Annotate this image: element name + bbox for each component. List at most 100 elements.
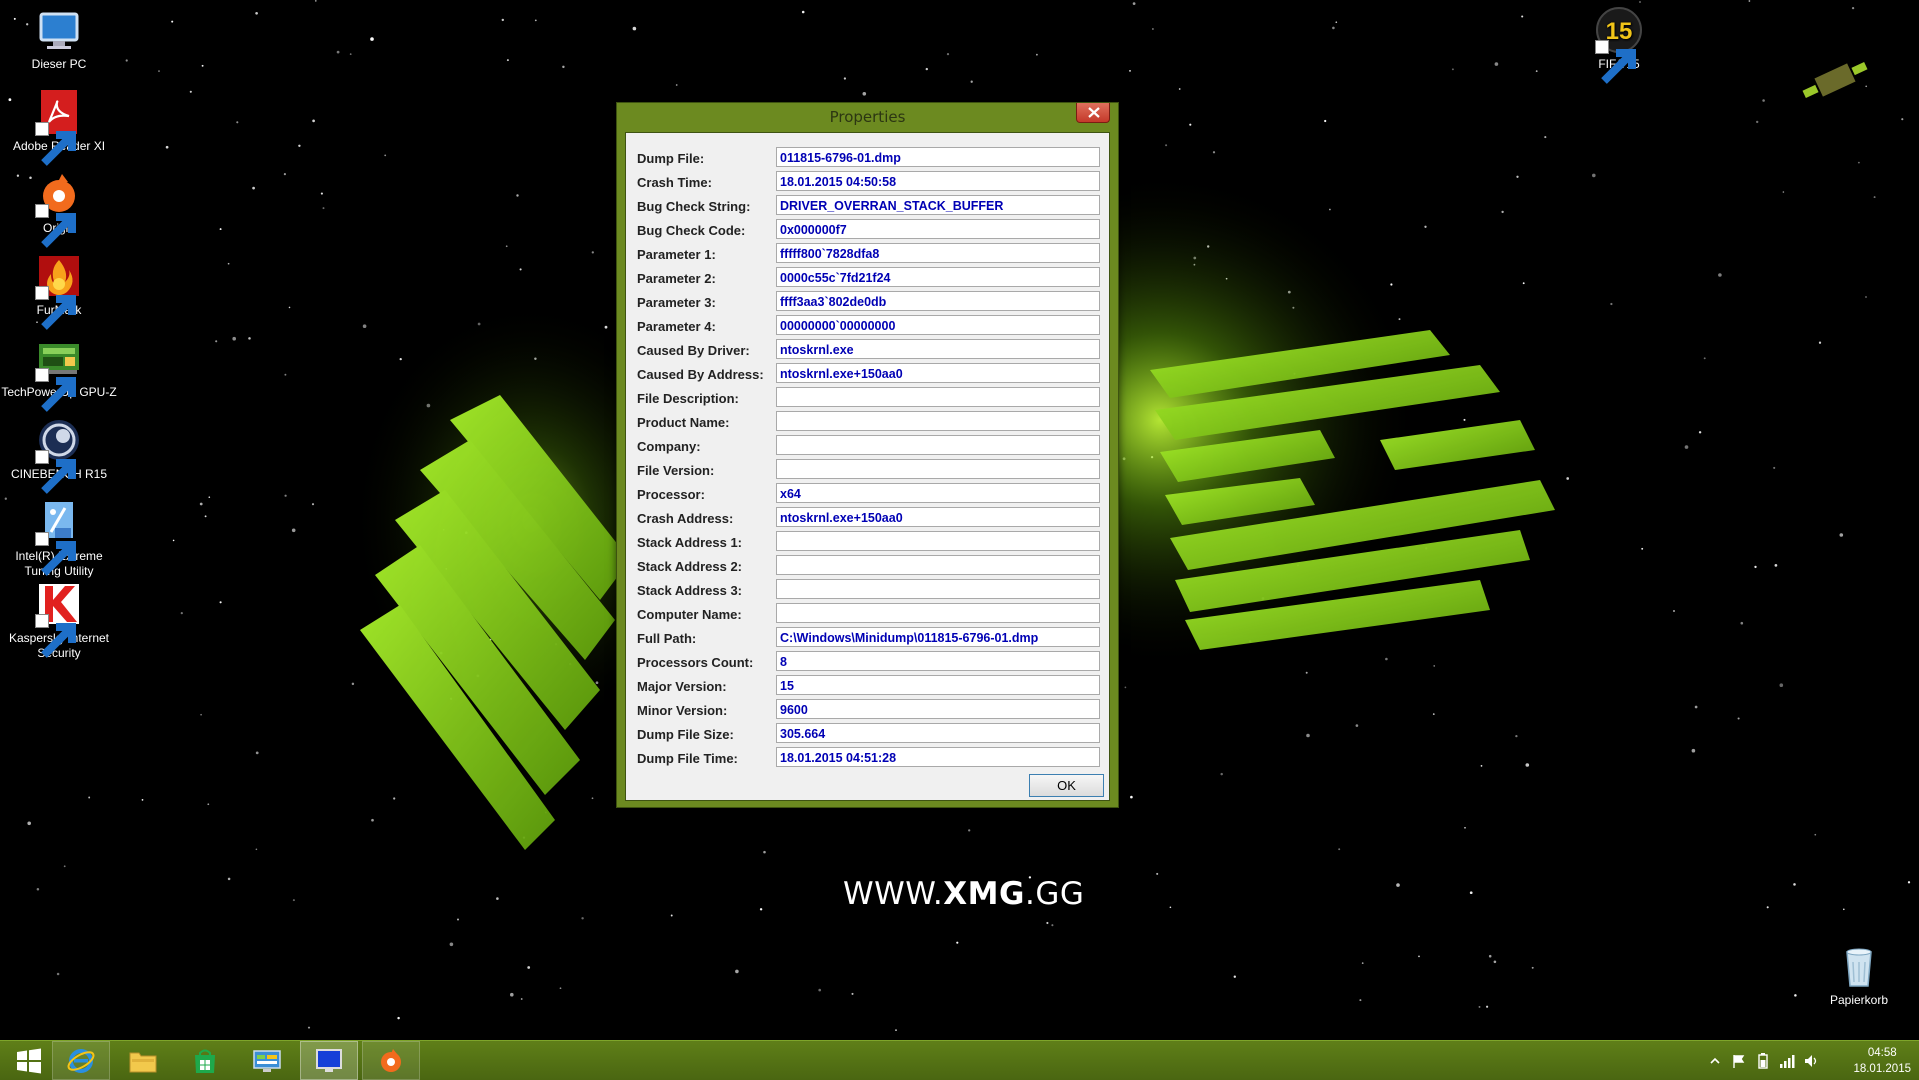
property-value-field[interactable]: 00000000`00000000	[776, 315, 1100, 335]
property-value-field[interactable]	[776, 531, 1100, 551]
star	[1865, 85, 1868, 88]
desktop-icon-label: Papierkorb	[1829, 993, 1889, 1007]
property-value-field[interactable]	[776, 435, 1100, 455]
property-value-field[interactable]: DRIVER_OVERRAN_STACK_BUFFER	[776, 195, 1100, 215]
chevron-up-icon[interactable]	[1707, 1053, 1723, 1069]
property-value-field[interactable]: ffff3aa3`802de0db	[776, 291, 1100, 311]
star	[1525, 763, 1530, 767]
power-icon[interactable]	[1755, 1053, 1771, 1069]
start-button[interactable]	[0, 1041, 58, 1080]
star	[1396, 883, 1400, 887]
star	[1152, 28, 1154, 30]
star	[1165, 144, 1168, 147]
action-center-flag-icon[interactable]	[1731, 1053, 1747, 1069]
star	[63, 865, 66, 868]
star	[1424, 225, 1427, 228]
star	[1535, 70, 1538, 72]
property-row: Processors Count: 8	[626, 650, 1111, 674]
desktop-icon-intel-xtu[interactable]: Intel(R) Extreme Tuning Utility	[0, 498, 118, 579]
property-value-field[interactable]: ntoskrnl.exe+150aa0	[776, 363, 1100, 383]
property-row: Crash Address: ntoskrnl.exe+150aa0	[626, 506, 1111, 530]
property-row: Full Path: C:\Windows\Minidump\011815-679…	[626, 626, 1111, 650]
property-value-field[interactable]: 9600	[776, 699, 1100, 719]
property-value-field[interactable]: 15	[776, 675, 1100, 695]
star	[818, 988, 822, 992]
ok-button[interactable]: OK	[1029, 774, 1104, 797]
desktop-icon-recycle-bin[interactable]: Papierkorb	[1800, 942, 1918, 1008]
property-value-field[interactable]: 18.01.2015 04:50:58	[776, 171, 1100, 191]
star	[1843, 908, 1845, 911]
star	[1718, 273, 1722, 277]
property-value-field[interactable]: 305.664	[776, 723, 1100, 743]
control-panel-icon	[253, 1049, 281, 1072]
property-row: Dump File: 011815-6796-01.dmp	[626, 146, 1111, 170]
star	[311, 503, 315, 506]
star	[255, 751, 259, 755]
volume-icon[interactable]	[1803, 1053, 1819, 1069]
star	[1132, 2, 1136, 5]
star	[336, 50, 340, 54]
desktop-icon-computer[interactable]: Dieser PC	[0, 6, 118, 72]
property-value-field[interactable]	[776, 579, 1100, 599]
desktop-icon-kaspersky[interactable]: Kaspersky Internet Security	[0, 580, 118, 661]
folder-icon	[129, 1052, 157, 1072]
property-value-field[interactable]: 8	[776, 651, 1100, 671]
star	[384, 154, 387, 157]
star	[1189, 123, 1192, 126]
star	[158, 70, 160, 73]
star	[189, 90, 192, 93]
desktop-icon-furmark[interactable]: FurMark	[0, 252, 118, 330]
property-value-field[interactable]	[776, 555, 1100, 575]
star	[1390, 283, 1393, 286]
property-value-field[interactable]: 0x000000f7	[776, 219, 1100, 239]
star	[1361, 962, 1364, 964]
property-label: Computer Name:	[637, 607, 742, 622]
desktop-icon-gpuz[interactable]: TechPowerUp GPU-Z	[0, 334, 118, 412]
property-value-field[interactable]: 0000c55c`7fd21f24	[776, 267, 1100, 287]
star	[1398, 318, 1401, 321]
control-panel-button[interactable]	[238, 1041, 296, 1080]
property-value-field[interactable]: x64	[776, 483, 1100, 503]
property-value-field[interactable]: ntoskrnl.exe+150aa0	[776, 507, 1100, 527]
star	[36, 887, 40, 891]
star	[1754, 565, 1757, 569]
star	[219, 228, 222, 231]
property-row: File Version:	[626, 458, 1111, 482]
property-value-field[interactable]: 18.01.2015 04:51:28	[776, 747, 1100, 767]
property-value-field[interactable]: fffff800`7828dfa8	[776, 243, 1100, 263]
desktop-icon-acrobat[interactable]: Adobe Reader XI	[0, 88, 118, 166]
property-value-field[interactable]	[776, 459, 1100, 479]
property-row: Stack Address 1:	[626, 530, 1111, 554]
star	[1773, 466, 1776, 469]
property-value-field[interactable]	[776, 411, 1100, 431]
property-value-field[interactable]	[776, 387, 1100, 407]
clock-date: 18.01.2015	[1853, 1063, 1911, 1075]
dialog-titlebar[interactable]: Properties	[617, 103, 1118, 131]
shortcut-arrow-icon	[35, 368, 76, 412]
desktop-icon-fifa[interactable]: 15 FIFA 15	[1560, 6, 1678, 84]
property-label: Full Path:	[637, 631, 697, 646]
desktop-icon-origin[interactable]: Origin	[0, 170, 118, 248]
close-button[interactable]	[1076, 103, 1110, 123]
star	[1385, 657, 1388, 661]
properties-dialog: Properties Dump File: 011815-6796-01.dmp C…	[616, 102, 1119, 808]
star	[56, 972, 60, 976]
property-value-field[interactable]: ntoskrnl.exe	[776, 339, 1100, 359]
desktop-icon-cinebench[interactable]: CINEBENCH R15	[0, 416, 118, 494]
store-button[interactable]	[176, 1041, 234, 1080]
property-value-field[interactable]	[776, 603, 1100, 623]
file-explorer-button[interactable]	[114, 1041, 172, 1080]
property-label: Crash Address:	[637, 511, 734, 526]
origin-taskbar-button[interactable]	[362, 1041, 420, 1080]
star	[320, 192, 323, 195]
property-value-field[interactable]: C:\Windows\Minidump\011815-6796-01.dmp	[776, 627, 1100, 647]
taskbar-clock[interactable]: 04:58 18.01.2015	[1853, 1045, 1911, 1077]
bluescreenview-button[interactable]	[300, 1041, 358, 1080]
network-icon[interactable]	[1779, 1053, 1795, 1069]
star	[227, 262, 230, 265]
star	[1233, 975, 1236, 978]
property-row: Major Version: 15	[626, 674, 1111, 698]
internet-explorer-button[interactable]	[52, 1041, 110, 1080]
property-value-field[interactable]: 011815-6796-01.dmp	[776, 147, 1100, 167]
shortcut-arrow-icon	[35, 122, 76, 166]
